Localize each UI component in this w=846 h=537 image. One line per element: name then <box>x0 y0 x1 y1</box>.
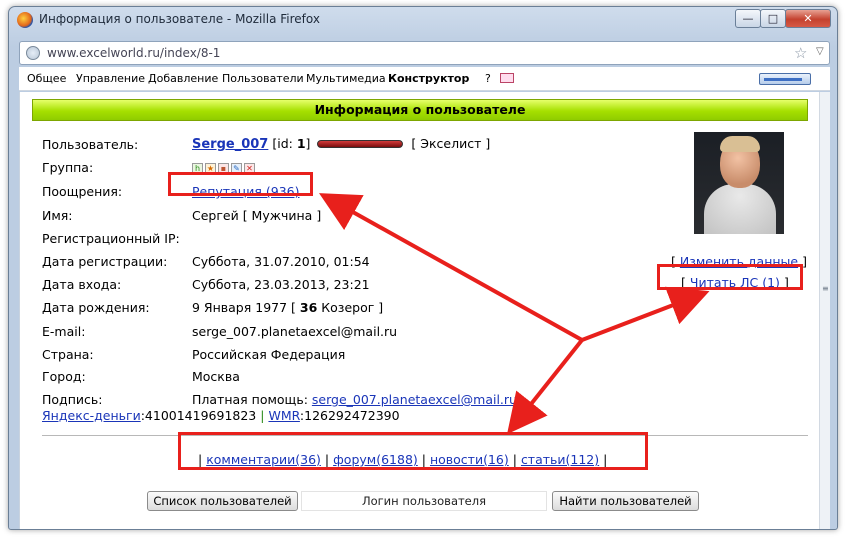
payment-line: Яндекс-деньги:41001419691823 | WMR:12629… <box>42 408 400 423</box>
reg-date-value: Суббота, 31.07.2010, 01:54 <box>192 254 370 269</box>
wmr-link[interactable]: WMR <box>268 408 299 423</box>
yandex-money-link[interactable]: Яндекс-деньги <box>42 408 141 423</box>
menu-general[interactable]: Общее <box>27 72 66 85</box>
user-rank: [ Экселист ] <box>411 136 491 151</box>
reg-ip-label: Регистрационный IP: <box>42 231 180 246</box>
login-date-label: Дата входа: <box>42 277 122 292</box>
highlight-read-pm <box>657 264 803 290</box>
user-value: Serge_007 [id: 1] [ Экселист ] <box>192 136 490 152</box>
signature-email-link[interactable]: serge_007.planetaexcel@mail.ru <box>312 392 517 407</box>
wmr-value: :126292472390 <box>299 408 400 423</box>
email-value: serge_007.planetaexcel@mail.ru <box>192 324 398 339</box>
signature-value: Платная помощь: serge_007.planetaexcel@m… <box>192 392 517 407</box>
yandex-value: :41001419691823 <box>140 408 257 423</box>
highlight-stats <box>178 432 648 470</box>
username-link[interactable]: Serge_007 <box>192 137 268 152</box>
email-label: E-mail: <box>42 324 86 339</box>
reg-date-label: Дата регистрации: <box>42 254 168 269</box>
city-value: Москва <box>192 369 240 384</box>
address-bar[interactable]: www.excelworld.ru/index/8-1 ☆ ▽ <box>19 41 830 65</box>
id-prefix: [id: <box>272 136 293 151</box>
user-label: Пользователь: <box>42 137 139 152</box>
maximize-button[interactable]: □ <box>760 9 786 28</box>
birth-value: 9 Января 1977 [ 36 Козерог ] <box>192 300 383 315</box>
login-input[interactable]: Логин пользователя <box>301 491 547 511</box>
group-label: Группа: <box>42 160 94 175</box>
menu-management[interactable]: Управление <box>76 72 145 85</box>
payment-separator: | <box>260 408 265 423</box>
menu-users[interactable]: Пользователи <box>222 72 304 85</box>
scroll-grip-icon[interactable]: ≡ <box>822 285 829 293</box>
zoom-slider[interactable] <box>759 73 811 85</box>
avatar <box>694 132 784 234</box>
url-text[interactable]: www.excelworld.ru/index/8-1 <box>47 46 220 60</box>
id-suffix: ] <box>305 136 311 151</box>
vertical-scrollbar[interactable]: ≡ <box>819 92 830 529</box>
user-list-button[interactable]: Список пользователей <box>147 491 298 511</box>
signature-label: Подпись: <box>42 392 103 407</box>
find-users-button[interactable]: Найти пользователей <box>552 491 699 511</box>
birth-label: Дата рождения: <box>42 300 150 315</box>
city-label: Город: <box>42 369 86 384</box>
country-label: Страна: <box>42 347 94 362</box>
title-bar: Информация о пользователе - Mozilla Fire… <box>9 7 837 33</box>
menu-constructor[interactable]: Конструктор <box>388 72 469 85</box>
menu-add[interactable]: Добавление <box>148 72 218 85</box>
menu-help[interactable]: ? <box>485 72 491 85</box>
minimize-button[interactable]: — <box>735 9 761 28</box>
close-button[interactable]: ✕ <box>785 9 831 28</box>
signature-text: Платная помощь: <box>192 392 308 407</box>
globe-icon <box>26 46 40 60</box>
window-title: Информация о пользователе - Mozilla Fire… <box>39 12 320 26</box>
id-value: 1 <box>296 136 306 151</box>
page-title: Информация о пользователе <box>32 99 808 121</box>
firefox-icon <box>17 12 33 28</box>
login-date-value: Суббота, 23.03.2013, 23:21 <box>192 277 370 292</box>
history-dropdown-icon[interactable]: ▽ <box>816 46 824 57</box>
birth-age: 36 <box>299 300 318 315</box>
admin-menu-bar: Общее Управление Добавление Пользователи… <box>19 67 830 91</box>
birth-sign: Козерог ] <box>321 300 384 315</box>
name-value: Сергей [ Мужчина ] <box>192 208 322 223</box>
name-label: Имя: <box>42 208 73 223</box>
reputation-bar <box>317 139 404 148</box>
mail-icon[interactable] <box>500 73 514 83</box>
country-value: Российская Федерация <box>192 347 346 362</box>
birth-date: 9 Января 1977 [ <box>192 300 296 315</box>
menu-multimedia[interactable]: Мультимедиа <box>306 72 386 85</box>
highlight-reputation <box>168 172 313 196</box>
awards-label: Поощрения: <box>42 184 123 199</box>
bookmark-star-icon[interactable]: ☆ <box>794 44 807 62</box>
